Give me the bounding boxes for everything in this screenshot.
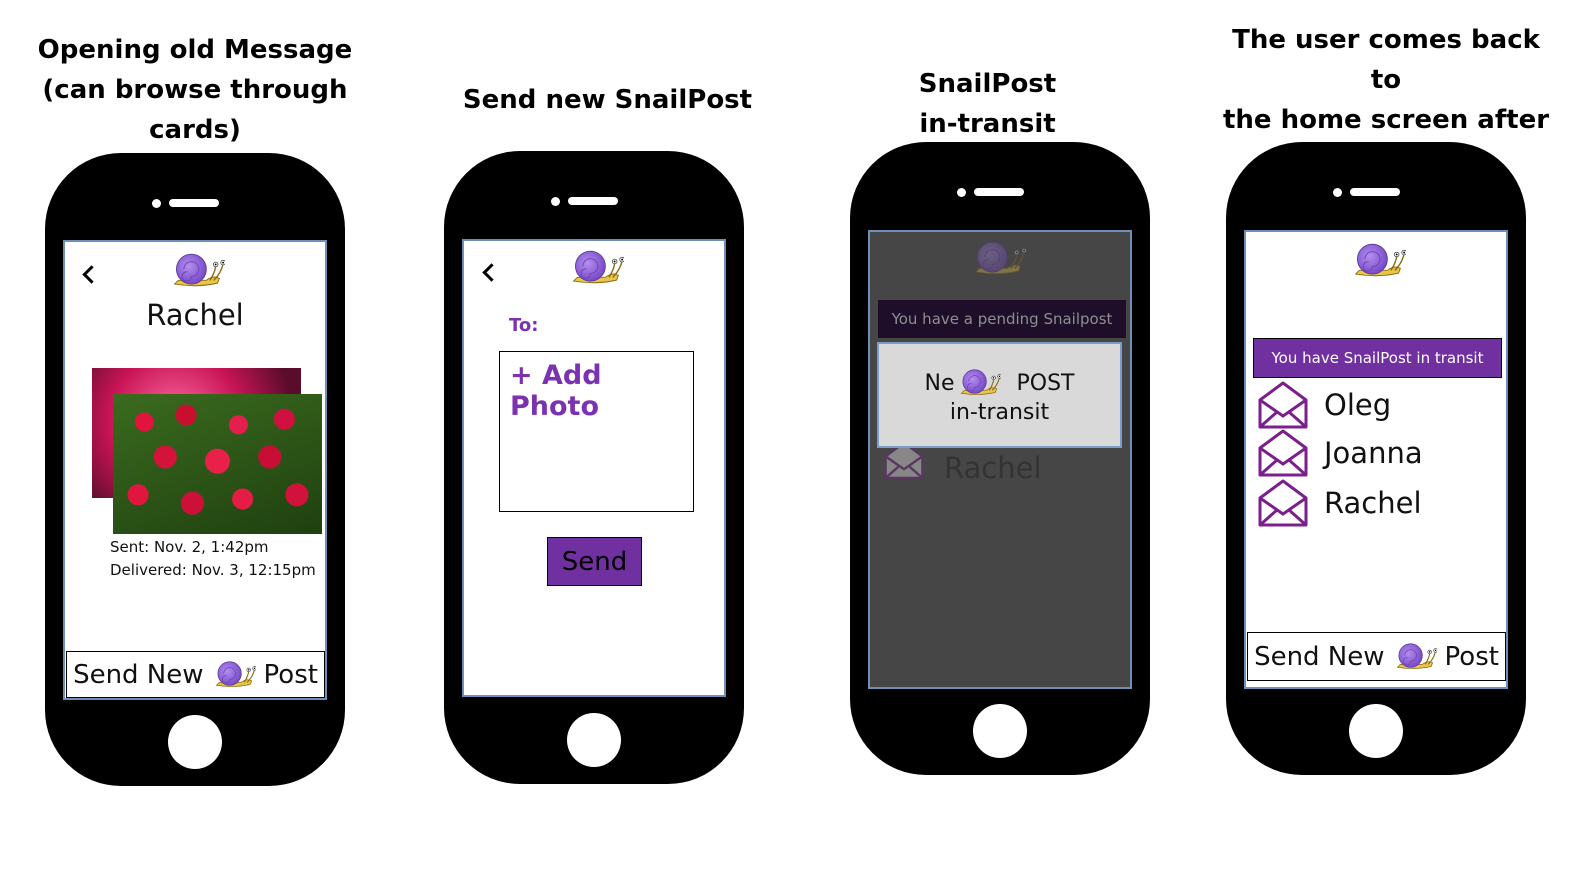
speaker-slot [974, 188, 1024, 196]
camera-dot [551, 197, 560, 206]
home-button[interactable] [168, 715, 222, 769]
speaker-slot [1350, 188, 1400, 196]
in-transit-popup: Ne POST in-transit [877, 342, 1122, 448]
contact-row-joanna[interactable]: Joanna [1256, 428, 1423, 478]
phone-frame-1: Rachel Sent: Nov. 2, 1:42pm Delivered: N… [45, 153, 345, 786]
snail-logo-icon [169, 252, 225, 290]
card-photo-roses[interactable] [113, 394, 322, 534]
screen-1: Rachel Sent: Nov. 2, 1:42pm Delivered: N… [63, 240, 327, 700]
send-new-post-button[interactable]: Send New Post [1247, 632, 1506, 681]
delivered-timestamp: Delivered: Nov. 3, 12:15pm [110, 561, 316, 579]
screen-3: You have a pending Snailpost Rachel Ne P… [868, 230, 1132, 689]
snailpost-in-transit-banner[interactable]: You have SnailPost in transit [1253, 338, 1502, 378]
add-photo-label: + Add Photo [510, 360, 602, 422]
contact-name-title: Rachel [146, 298, 244, 332]
snail-logo-icon [1350, 242, 1406, 280]
home-button[interactable] [1349, 704, 1403, 758]
home-button[interactable] [567, 713, 621, 767]
camera-dot [1333, 188, 1342, 197]
speaker-slot [169, 199, 219, 207]
add-photo-area[interactable]: + Add Photo [499, 351, 694, 512]
pending-snailpost-banner: You have a pending Snailpost [878, 300, 1126, 338]
caption-opening-old-message: Opening old Message (can browse through … [37, 35, 353, 145]
caption-snailpost-in-transit: SnailPost in-transit [918, 69, 1057, 139]
snail-logo-icon [1393, 642, 1437, 672]
contact-row-oleg[interactable]: Oleg [1256, 380, 1391, 430]
contact-row-rachel[interactable]: Rachel [1256, 478, 1422, 528]
send-new-post-button[interactable]: Send New Post [66, 651, 325, 698]
snail-logo-icon [568, 249, 624, 287]
caption-send-new-snailpost: Send new SnailPost [462, 85, 753, 115]
envelope-icon [878, 448, 930, 488]
back-arrow-icon[interactable] [82, 265, 101, 284]
popup-subtitle: in-transit [949, 400, 1050, 425]
send-button[interactable]: Send [547, 537, 642, 586]
to-label: To: [509, 315, 539, 336]
camera-dot [957, 188, 966, 197]
camera-dot [152, 199, 161, 208]
home-button[interactable] [973, 704, 1027, 758]
snail-logo-icon [957, 368, 1001, 398]
snail-logo-icon [212, 660, 256, 690]
contact-row-rachel: Rachel [878, 448, 1042, 488]
speaker-slot [568, 197, 618, 205]
phone-frame-2: To: + Add Photo Send [444, 151, 744, 784]
phone-frame-3: You have a pending Snailpost Rachel Ne P… [850, 142, 1150, 775]
envelope-icon [1256, 478, 1310, 528]
phone-frame-4: You have SnailPost in transit Oleg Joann… [1226, 142, 1526, 775]
sent-timestamp: Sent: Nov. 2, 1:42pm [110, 538, 269, 556]
envelope-icon [1256, 428, 1310, 478]
screen-4: You have SnailPost in transit Oleg Joann… [1244, 230, 1508, 689]
popup-title: Ne POST [879, 368, 1120, 398]
back-arrow-icon[interactable] [482, 263, 501, 282]
snail-logo-icon [970, 240, 1026, 278]
envelope-icon [1256, 380, 1310, 430]
screen-2: To: + Add Photo Send [462, 239, 726, 697]
